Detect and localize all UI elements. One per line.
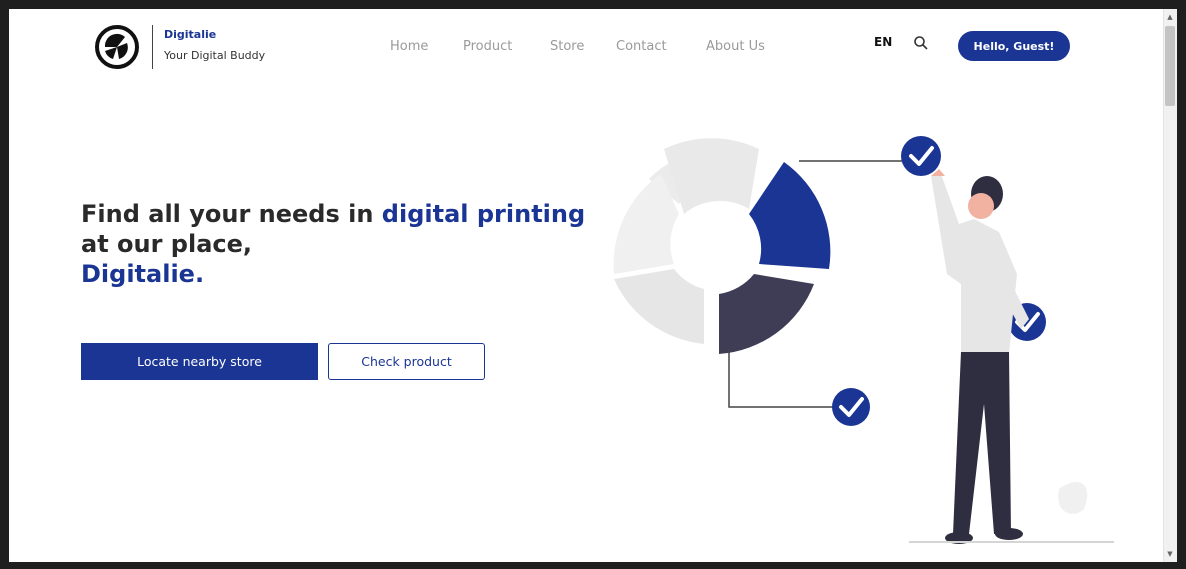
scroll-down-arrow-icon[interactable]: ▼ bbox=[1166, 550, 1174, 558]
vertical-scrollbar[interactable]: ▲ ▼ bbox=[1163, 9, 1177, 562]
check-circle-icon bbox=[901, 136, 941, 176]
nav-item-contact[interactable]: Contact bbox=[616, 39, 667, 54]
nav-item-product[interactable]: Product bbox=[463, 39, 512, 54]
search-icon[interactable] bbox=[913, 35, 929, 51]
browser-viewport: Digitalie Your Digital Buddy Home Produc… bbox=[9, 9, 1177, 562]
donut-chart-graphic bbox=[613, 138, 831, 354]
brand-name[interactable]: Digitalie bbox=[164, 28, 216, 41]
nav-item-home[interactable]: Home bbox=[390, 39, 428, 54]
check-product-button[interactable]: Check product bbox=[328, 343, 485, 380]
hero-illustration bbox=[613, 136, 1114, 544]
brand-tagline: Your Digital Buddy bbox=[164, 49, 266, 62]
nav-item-store[interactable]: Store bbox=[550, 39, 584, 54]
scroll-up-arrow-icon[interactable]: ▲ bbox=[1166, 13, 1174, 21]
locate-nearby-store-button[interactable]: Locate nearby store bbox=[81, 343, 318, 380]
brand-logo-icon[interactable] bbox=[95, 25, 139, 69]
hero-title-part1: Find all your needs in bbox=[81, 200, 382, 228]
hero-title-part2: at our place, bbox=[81, 230, 253, 258]
hello-guest-button[interactable]: Hello, Guest! bbox=[958, 31, 1070, 61]
scrollbar-thumb[interactable] bbox=[1165, 26, 1175, 106]
hero-title-accent1: digital printing bbox=[381, 200, 586, 228]
hero-title: Find all your needs in digital printing … bbox=[81, 199, 601, 289]
person-illustration bbox=[909, 169, 1114, 544]
hero-title-accent2: Digitalie. bbox=[81, 260, 205, 288]
brand-divider bbox=[152, 25, 153, 69]
language-selector[interactable]: EN bbox=[874, 35, 892, 49]
nav-item-about-us[interactable]: About Us bbox=[706, 39, 765, 54]
check-circle-icon bbox=[832, 388, 870, 426]
